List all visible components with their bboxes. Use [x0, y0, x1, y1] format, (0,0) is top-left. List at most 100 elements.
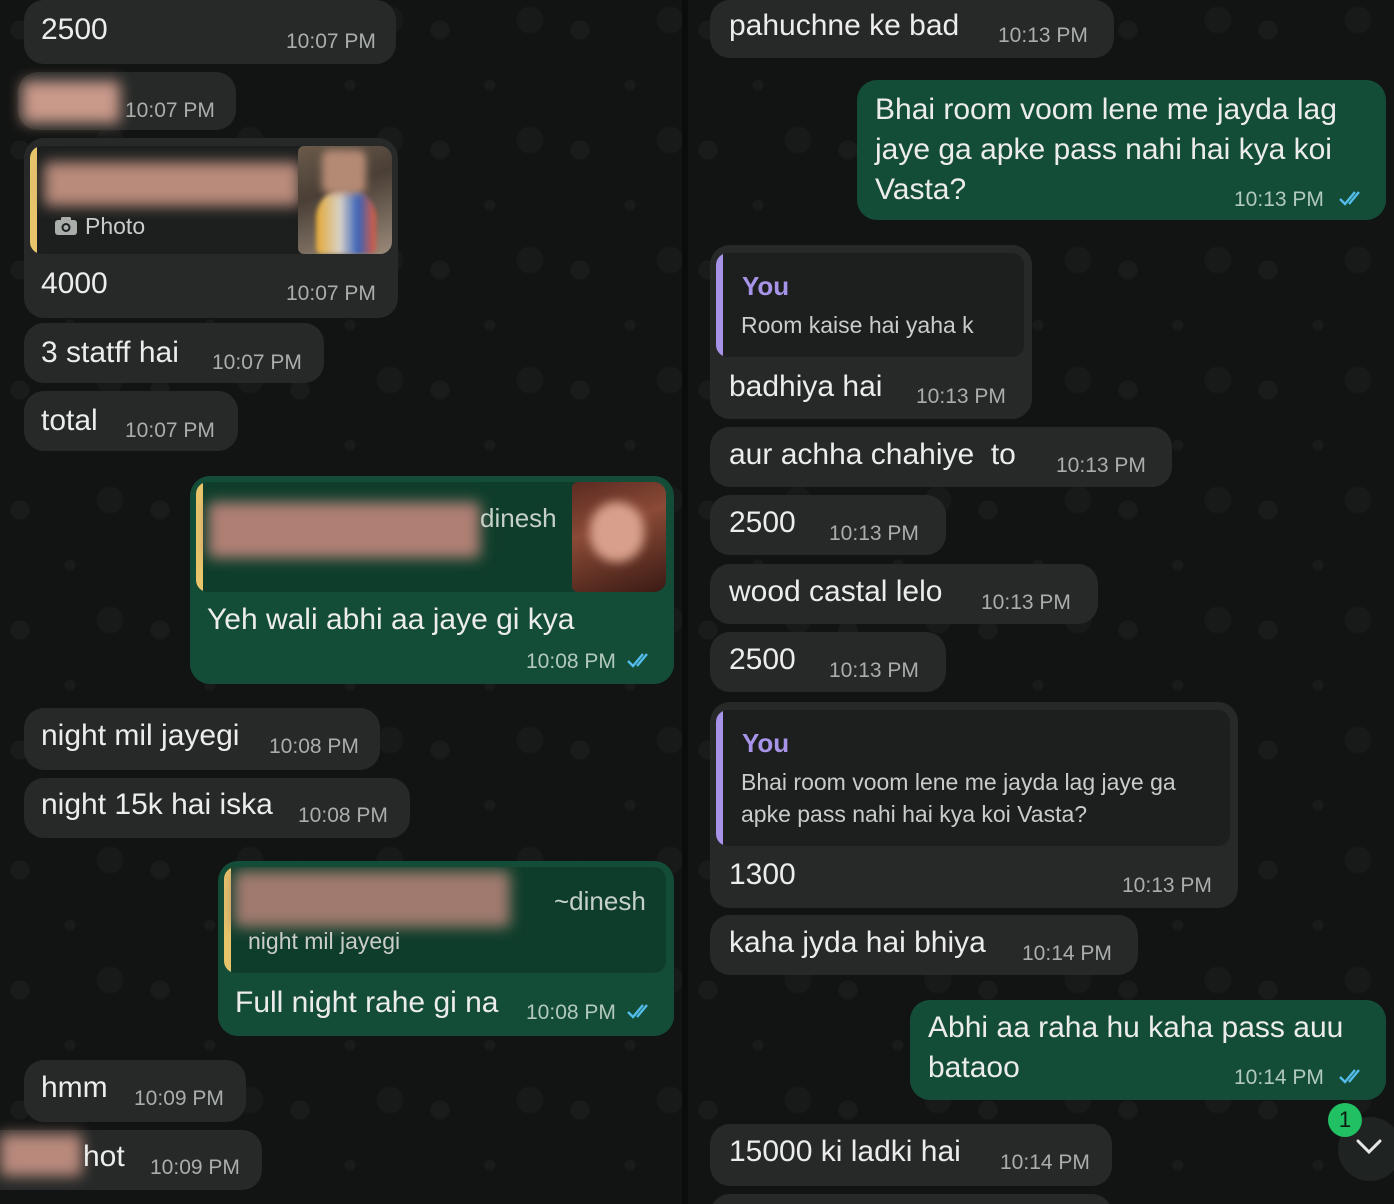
message-bubble[interactable]: 2500 10:07 PM — [24, 0, 396, 64]
message-time: 10:13 PM — [1234, 188, 1324, 211]
message-bubble[interactable]: Abhi aa raha hu kaha pass auu bataoo 10:… — [910, 1000, 1386, 1100]
quoted-message[interactable]: You Room kaise hai yaha k — [716, 253, 1024, 357]
photo-thumbnail[interactable] — [298, 146, 392, 254]
quoted-message[interactable]: You Bhai room voom lene me jayda lag jay… — [716, 710, 1230, 846]
quote-bar — [30, 146, 37, 254]
message-time: 10:07 PM — [212, 351, 302, 374]
message-text: 15000 ki ladki hai — [729, 1135, 961, 1168]
message-time: 10:13 PM — [998, 24, 1088, 47]
double-check-icon — [1339, 1069, 1360, 1084]
message-bubble[interactable]: 2500 10:13 PM — [710, 495, 946, 555]
quote-text: night mil jayegi — [248, 928, 401, 954]
message-text: Full night rahe gi na — [235, 986, 499, 1019]
message-text: aur achha chahiye to — [729, 438, 1016, 471]
message-time: 10:13 PM — [829, 659, 919, 682]
redacted-text — [234, 871, 510, 927]
photo-thumbnail[interactable] — [572, 482, 666, 592]
camera-icon — [55, 217, 77, 235]
blurred-face — [322, 150, 366, 194]
message-bubble[interactable]: night 15k hai iska 10:08 PM — [24, 778, 410, 838]
message-text: 2500 — [41, 13, 108, 46]
message-bubble[interactable]: 3 statff hai 10:07 PM — [24, 323, 324, 383]
message-text: pahuchne ke bad — [729, 9, 960, 42]
double-check-icon — [627, 1004, 648, 1019]
message-time: 10:07 PM — [286, 30, 376, 53]
message-time: 10:13 PM — [981, 591, 1071, 614]
blurred-face — [590, 502, 644, 562]
message-time: 10:14 PM — [1022, 942, 1112, 965]
quote-text: Bhai room voom lene me jayda lag jaye ga… — [741, 769, 1176, 827]
quote-bar — [224, 867, 231, 973]
message-time: 10:07 PM — [125, 419, 215, 442]
message-text: 3 statff hai — [41, 336, 179, 369]
message-bubble[interactable]: pahuchne ke bad 10:13 PM — [710, 0, 1114, 58]
unread-count-badge[interactable]: 1 — [1328, 1103, 1362, 1137]
message-time: 10:13 PM — [1056, 454, 1146, 477]
message-bubble[interactable] — [710, 1194, 1112, 1204]
message-bubble[interactable]: 2500 10:13 PM — [710, 632, 946, 692]
quoted-message[interactable]: ~dinesh night mil jayegi — [224, 867, 666, 973]
quote-author: You — [742, 728, 790, 758]
quote-author: dinesh — [480, 503, 557, 533]
message-bubble[interactable]: wood castal lelo 10:13 PM — [710, 564, 1098, 624]
message-bubble[interactable]: Bhai room voom lene me jayda lag jaye ga… — [857, 80, 1386, 220]
message-time: 10:08 PM — [526, 650, 616, 673]
message-text: wood castal lelo — [729, 575, 943, 608]
redacted-text — [208, 502, 480, 558]
message-time: 10:14 PM — [1234, 1066, 1324, 1089]
message-bubble[interactable]: 15000 ki ladki hai 10:14 PM — [710, 1124, 1112, 1186]
message-time: 10:07 PM — [286, 282, 376, 305]
quote-text: Room kaise hai yaha k — [741, 312, 974, 338]
message-text: 1300 — [729, 858, 796, 891]
quote-bar — [196, 482, 203, 592]
message-bubble[interactable]: hot 10:09 PM — [0, 1130, 262, 1190]
quoted-message[interactable]: Photo — [30, 146, 392, 254]
message-time: 10:09 PM — [134, 1087, 224, 1110]
message-text: Yeh wali abhi aa jaye gi kya — [207, 603, 575, 636]
double-check-icon — [1339, 191, 1360, 206]
quoted-message[interactable]: dinesh — [196, 482, 666, 592]
message-time: 10:08 PM — [298, 804, 388, 827]
chevron-down-icon — [1356, 1139, 1382, 1155]
message-bubble[interactable]: hmm 10:09 PM — [24, 1060, 246, 1122]
quote-label: Photo — [85, 213, 146, 239]
redacted-text — [0, 1134, 82, 1176]
message-bubble[interactable]: total 10:07 PM — [24, 391, 238, 451]
message-bubble[interactable]: Photo 4000 10:07 PM — [24, 138, 398, 318]
message-bubble[interactable]: kaha jyda hai bhiya 10:14 PM — [710, 915, 1138, 975]
message-text: 2500 — [729, 643, 796, 676]
message-bubble[interactable]: ~dinesh night mil jayegi Full night rahe… — [218, 861, 674, 1036]
message-text: 4000 — [41, 267, 108, 300]
message-bubble[interactable]: aur achha chahiye to 10:13 PM — [710, 427, 1172, 487]
thumbnail-figure — [316, 188, 376, 254]
message-bubble[interactable]: You Bhai room voom lene me jayda lag jay… — [710, 702, 1238, 908]
message-text: hot — [83, 1140, 125, 1173]
quote-author: ~dinesh — [554, 886, 646, 916]
message-bubble[interactable]: You Room kaise hai yaha k badhiya hai 10… — [710, 245, 1032, 419]
message-time: 10:07 PM — [125, 99, 215, 122]
message-time: 10:13 PM — [829, 522, 919, 545]
message-time: 10:09 PM — [150, 1156, 240, 1179]
message-bubble[interactable]: 10:07 PM — [18, 72, 236, 130]
message-time: 10:13 PM — [916, 385, 1006, 408]
double-check-icon — [627, 653, 648, 668]
message-time: 10:08 PM — [269, 735, 359, 758]
quote-bar — [716, 253, 723, 357]
message-time: 10:13 PM — [1122, 874, 1212, 897]
right-chat-pane[interactable]: pahuchne ke bad 10:13 PM Bhai room voom … — [688, 0, 1394, 1204]
quote-author: You — [742, 271, 790, 301]
message-text: hmm — [41, 1071, 108, 1104]
message-bubble[interactable]: night mil jayegi 10:08 PM — [24, 708, 380, 770]
message-text: night 15k hai iska — [41, 788, 273, 821]
message-text: kaha jyda hai bhiya — [729, 926, 986, 959]
message-time: 10:08 PM — [526, 1001, 616, 1024]
redacted-text — [22, 81, 120, 123]
left-chat-pane[interactable]: 2500 10:07 PM 10:07 PM Photo 4000 10:07 … — [0, 0, 682, 1204]
message-text: badhiya hai — [729, 370, 883, 403]
message-text: night mil jayegi — [41, 719, 240, 752]
message-bubble[interactable]: dinesh Yeh wali abhi aa jaye gi kya 10:0… — [190, 476, 674, 684]
quote-bar — [716, 710, 723, 846]
message-time: 10:14 PM — [1000, 1151, 1090, 1174]
message-text: total — [41, 404, 98, 437]
redacted-text — [44, 162, 300, 206]
